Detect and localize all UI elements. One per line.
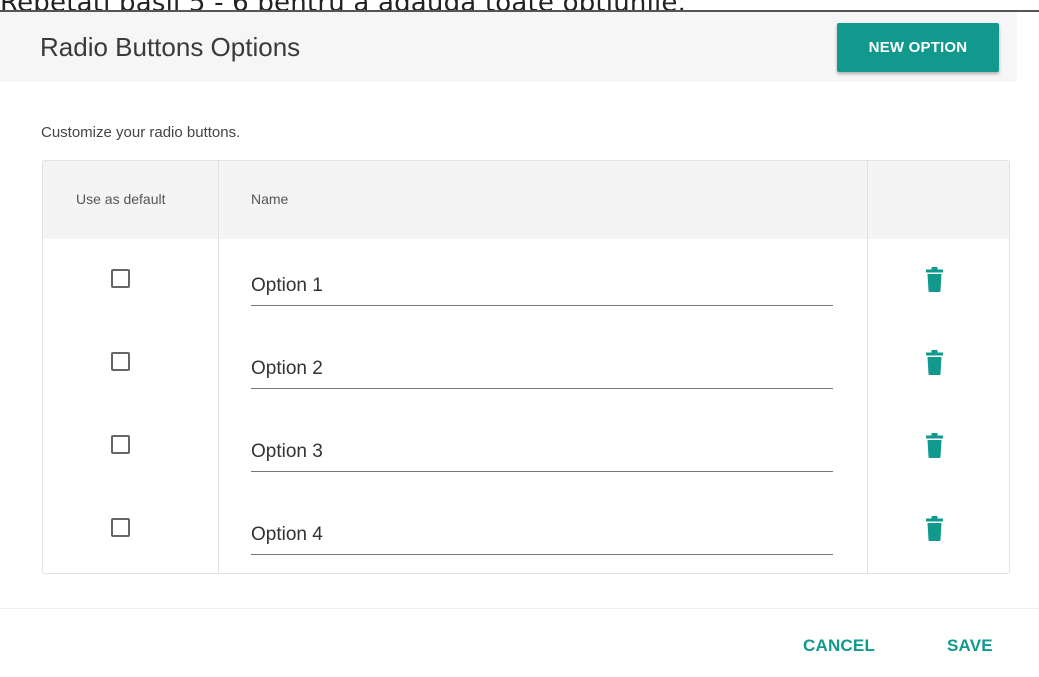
new-option-button[interactable]: NEW OPTION <box>837 23 999 72</box>
save-button[interactable]: SAVE <box>947 636 993 656</box>
table-row <box>43 322 1009 405</box>
radio-options-dialog: Radio Buttons Options NEW OPTION Customi… <box>0 10 1039 677</box>
table-header: Use as default Name <box>43 161 1009 239</box>
dialog-subtitle: Customize your radio buttons. <box>41 124 241 141</box>
option-name-input[interactable] <box>251 267 833 306</box>
column-header-name: Name <box>251 191 289 207</box>
table-row <box>43 405 1009 488</box>
option-name-input[interactable] <box>251 433 833 472</box>
table-row <box>43 488 1009 571</box>
trash-icon[interactable] <box>926 433 943 458</box>
cancel-button[interactable]: CANCEL <box>803 636 875 656</box>
option-name-input[interactable] <box>251 516 833 555</box>
dialog-title: Radio Buttons Options <box>40 32 301 62</box>
trash-icon[interactable] <box>926 516 943 541</box>
trash-icon[interactable] <box>926 267 943 292</box>
option-name-input[interactable] <box>251 350 833 389</box>
dialog-header: Radio Buttons Options NEW OPTION <box>0 12 1017 82</box>
options-table: Use as default Name <box>42 160 1010 574</box>
footer-divider <box>0 608 1039 609</box>
default-checkbox[interactable] <box>111 352 130 371</box>
trash-icon[interactable] <box>926 350 943 375</box>
default-checkbox[interactable] <box>111 435 130 454</box>
table-row <box>43 239 1009 322</box>
column-header-default: Use as default <box>76 191 166 207</box>
default-checkbox[interactable] <box>111 518 130 537</box>
default-checkbox[interactable] <box>111 269 130 288</box>
